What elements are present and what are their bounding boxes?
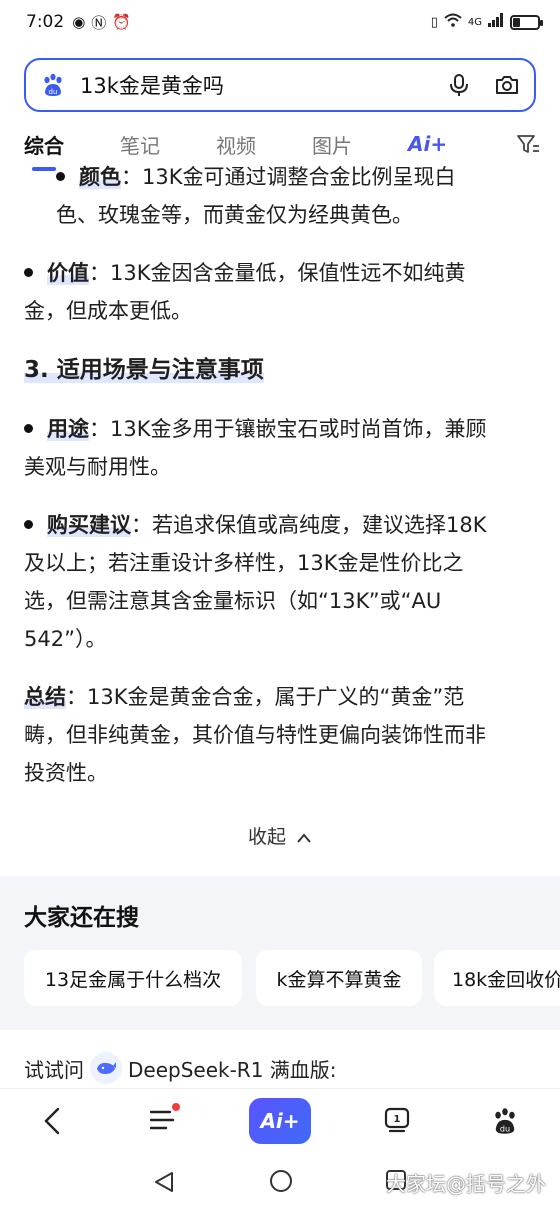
- bullet-dot: [24, 519, 33, 529]
- signal-icon: [488, 13, 504, 31]
- wifi-icon: [444, 13, 462, 31]
- keyword-use: 用途: [47, 417, 89, 441]
- list-item-use: 用途：13K金多用于镶嵌宝石或时尚首饰，兼顾: [0, 410, 560, 448]
- list-item-color: 颜色：13K金可通过调整合金比例呈现白: [0, 158, 560, 196]
- bullet-dot: [24, 423, 33, 433]
- summary-text-line2: 畴，但非纯黄金，其价值与特性更偏向装饰性而非: [24, 723, 486, 747]
- system-back-icon[interactable]: [152, 1170, 176, 1194]
- search-input[interactable]: 13k金是黄金吗: [80, 70, 424, 100]
- vibrate-icon: ▯: [430, 14, 438, 30]
- keyword-summary: 总结: [24, 685, 66, 709]
- back-button[interactable]: [38, 1105, 66, 1137]
- list-item-buy: 购买建议：若追求保值或高纯度，建议选择18K: [0, 506, 560, 544]
- use-text-continued: 美观与耐用性。: [24, 455, 171, 479]
- tab-videos[interactable]: 视频: [216, 130, 256, 159]
- status-time: 7:02: [26, 12, 65, 32]
- keyword-value: 价值: [47, 261, 89, 285]
- baidu-paw-icon: du: [44, 73, 62, 96]
- baidu-paw-icon: du: [495, 1108, 515, 1134]
- nfc-icon: Ⓝ: [91, 13, 107, 32]
- status-notification-icons: ◉ Ⓝ ⏰: [72, 12, 131, 33]
- summary-text-line3: 投资性。: [24, 761, 108, 785]
- notification-dot: [172, 1103, 180, 1111]
- keyword-buy: 购买建议: [47, 513, 131, 537]
- buy-text: ：若追求保值或高纯度，建议选择18K: [131, 513, 487, 537]
- buy-text-line4: 542”）。: [24, 627, 107, 651]
- status-bar: 7:02 ◉ Ⓝ ⏰ ▯ 4G: [0, 0, 560, 44]
- baidu-home-button[interactable]: du: [490, 1106, 520, 1136]
- collapse-button[interactable]: 收起: [0, 822, 560, 849]
- value-text: ：13K金因含金量低，保值性远不如纯黄: [89, 261, 466, 285]
- bullet-dot: [24, 267, 33, 277]
- bullet-dot: [56, 171, 65, 181]
- tab-ai[interactable]: Ai+: [408, 132, 447, 156]
- tabs-icon: 1: [384, 1107, 410, 1133]
- related-chip[interactable]: k金算不算黄金: [256, 950, 422, 1006]
- buy-text-line3: 选，但需注意其含金量标识（如“13K”或“AU: [24, 589, 442, 613]
- summary-paragraph: 总结：13K金是黄金合金，属于广义的“黄金”范: [0, 678, 560, 716]
- svg-text:du: du: [500, 1124, 510, 1133]
- section-heading: 3. 适用场景与注意事项: [0, 350, 560, 390]
- collapse-label: 收起: [247, 826, 286, 848]
- section-heading-text: 3. 适用场景与注意事项: [24, 357, 264, 383]
- ai-assistant-button[interactable]: Ai+: [249, 1098, 311, 1144]
- camera-icon[interactable]: [494, 72, 520, 98]
- deepseek-model-label: DeepSeek-R1 满血版:: [128, 1057, 337, 1082]
- buy-text-line2: 及以上；若注重设计多样性，13K金是性价比之: [24, 551, 464, 575]
- related-chip[interactable]: 18k金回收价: [434, 950, 560, 1006]
- watermark: 大家坛@括号之外: [386, 1172, 546, 1196]
- bottom-navigation: Ai+ 1 du: [0, 1088, 560, 1154]
- try-ask-row[interactable]: 试试问 DeepSeek-R1 满血版:: [24, 1052, 337, 1084]
- chevron-left-icon: [44, 1107, 60, 1135]
- status-system-icons: ▯ 4G: [430, 13, 543, 31]
- tab-images[interactable]: 图片: [312, 130, 352, 159]
- related-chip[interactable]: 13足金属于什么档次: [24, 950, 242, 1006]
- color-text: ：13K金可通过调整合金比例呈现白: [121, 165, 456, 189]
- summary-text: ：13K金是黄金合金，属于广义的“黄金”范: [66, 685, 465, 709]
- value-text-continued: 金，但成本更低。: [24, 299, 192, 323]
- related-searches: 大家还在搜 13足金属于什么档次 k金算不算黄金 18k金回收价: [0, 876, 560, 1030]
- tab-notes[interactable]: 笔记: [120, 130, 160, 159]
- tab-comprehensive[interactable]: 综合: [24, 130, 64, 171]
- microphone-icon[interactable]: [446, 72, 472, 98]
- keyword-color: 颜色: [79, 165, 121, 189]
- alarm-icon: ⏰: [112, 13, 131, 31]
- color-text-continued: 色、玫瑰金等，而黄金仅为经典黄色。: [56, 203, 413, 227]
- use-text: ：13K金多用于镶嵌宝石或时尚首饰，兼顾: [89, 417, 487, 441]
- try-ask-prefix: 试试问: [24, 1057, 84, 1082]
- related-title: 大家还在搜: [24, 905, 139, 931]
- network-type: 4G: [467, 16, 482, 28]
- search-box[interactable]: du 13k金是黄金吗: [24, 58, 536, 112]
- ai-answer-content: 颜色：13K金可通过调整合金比例呈现白 色、玫瑰金等，而黄金仅为经典黄色。 价值…: [0, 158, 560, 792]
- battery-icon: [510, 14, 543, 30]
- deepseek-whale-icon: [90, 1052, 122, 1084]
- svg-text:1: 1: [394, 1114, 401, 1125]
- list-item-value: 价值：13K金因含金量低，保值性远不如纯黄: [0, 254, 560, 292]
- filter-icon[interactable]: [516, 132, 540, 156]
- chevron-up-icon: [297, 832, 311, 843]
- eye-icon: ◉: [72, 13, 86, 31]
- menu-button[interactable]: [148, 1103, 180, 1133]
- tabs-button[interactable]: 1: [382, 1105, 412, 1135]
- system-home-icon[interactable]: [268, 1168, 294, 1194]
- menu-icon: [149, 1110, 175, 1130]
- svg-text:du: du: [49, 88, 58, 96]
